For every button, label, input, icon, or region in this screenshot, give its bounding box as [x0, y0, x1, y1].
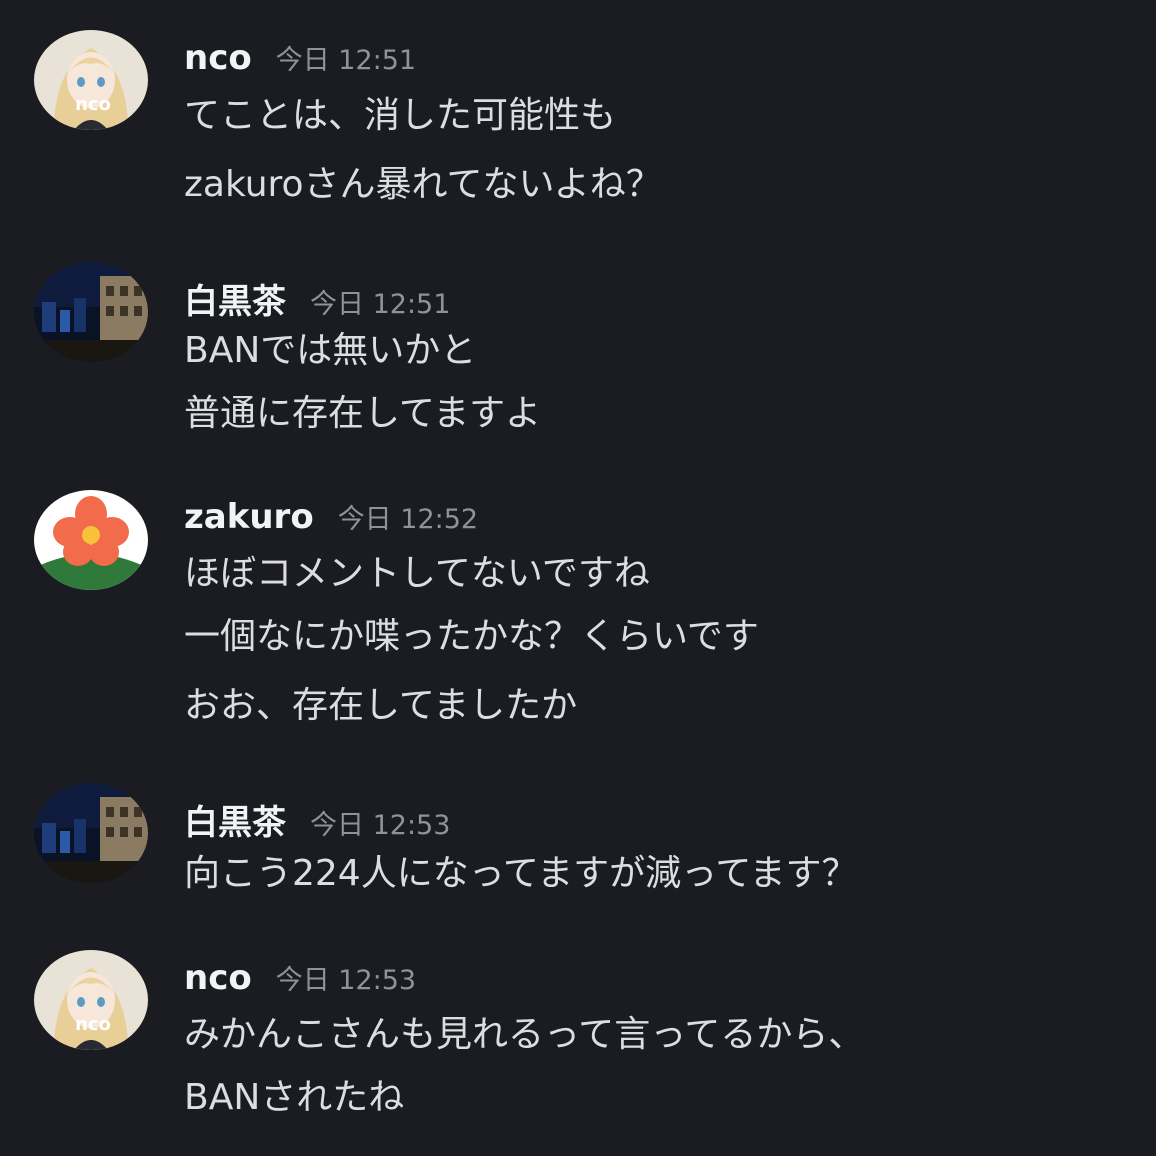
anime-girl-avatar-icon: nco: [34, 950, 148, 1050]
author-name[interactable]: nco: [184, 958, 252, 998]
message-text: ほぼコメントしてないですね: [184, 553, 650, 594]
author-name[interactable]: 白黒茶: [184, 795, 286, 844]
message-header: zakuro 今日 12:52: [184, 497, 478, 541]
avatar-logo-text: nco: [75, 94, 111, 115]
timestamp: 今日 12:53: [310, 810, 451, 841]
message-header: nco 今日 12:53: [184, 958, 416, 1002]
timestamp: 今日 12:51: [275, 45, 417, 76]
message-header: nco 今日 12:51: [184, 38, 416, 82]
flower-avatar-icon: [34, 490, 148, 590]
author-name[interactable]: 白黒茶: [184, 274, 286, 323]
author-name[interactable]: zakuro: [184, 497, 314, 537]
night-city-avatar-icon: [34, 783, 148, 883]
avatar-logo-text: nco: [75, 1014, 111, 1035]
message-text: おお、存在してましたか: [184, 685, 578, 726]
timestamp: 今日 12:51: [310, 289, 451, 320]
avatar[interactable]: [34, 490, 148, 590]
chat-message-list: nco nco 今日 12:51 てことは、消した可能性も zakuroさん暴れ…: [0, 0, 1156, 1156]
message-text: 普通に存在してますよ: [184, 393, 542, 434]
message-text: BANされたね: [184, 1077, 405, 1118]
avatar[interactable]: nco: [34, 30, 148, 130]
message-text: 向こう224人になってますが減ってます？: [184, 853, 858, 894]
message-text: てことは、消した可能性も: [184, 95, 617, 136]
message-header: 白黒茶 今日 12:51: [184, 274, 451, 322]
message-text: zakuroさん暴れてないよね？: [184, 164, 662, 205]
avatar[interactable]: [34, 783, 148, 883]
message-header: 白黒茶 今日 12:53: [184, 795, 451, 843]
night-city-avatar-icon: [34, 262, 148, 362]
message-text: BANでは無いかと: [184, 330, 477, 371]
avatar[interactable]: nco: [34, 950, 148, 1050]
timestamp: 今日 12:52: [337, 504, 479, 535]
avatar[interactable]: [34, 262, 148, 362]
author-name[interactable]: nco: [184, 38, 252, 78]
timestamp: 今日 12:53: [275, 965, 417, 996]
anime-girl-avatar-icon: nco: [34, 30, 148, 130]
message-text: みかんこさんも見れるって言ってるから、: [184, 1014, 865, 1055]
message-text: 一個なにか喋ったかな？くらいです: [184, 616, 759, 657]
